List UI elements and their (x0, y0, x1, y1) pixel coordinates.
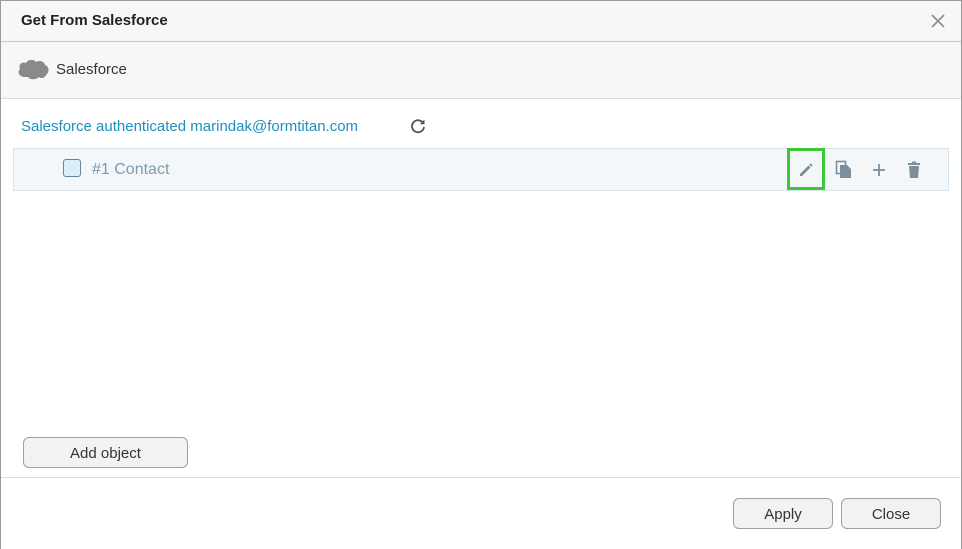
close-icon[interactable] (929, 12, 947, 30)
object-row[interactable]: #1 Contact (13, 148, 949, 191)
salesforce-logo-icon (16, 57, 50, 81)
object-label: #1 Contact (92, 161, 170, 178)
trash-icon[interactable] (898, 149, 930, 190)
plus-icon[interactable] (863, 149, 895, 190)
source-label: Salesforce (56, 61, 127, 78)
source-bar: Salesforce (1, 42, 961, 99)
get-from-salesforce-dialog: Get From Salesforce Salesforce Salesforc… (0, 0, 962, 549)
copy-icon[interactable] (828, 149, 860, 190)
close-button[interactable]: Close (841, 498, 941, 529)
refresh-icon[interactable] (409, 117, 427, 135)
apply-button[interactable]: Apply (733, 498, 833, 529)
add-object-button[interactable]: Add object (23, 437, 188, 468)
dialog-title: Get From Salesforce (21, 12, 168, 29)
dialog-titlebar: Get From Salesforce (1, 1, 961, 42)
edit-icon[interactable] (790, 149, 822, 190)
auth-status-link[interactable]: Salesforce authenticated marindak@formti… (21, 118, 358, 135)
object-checkbox[interactable] (63, 159, 81, 177)
dialog-footer: Apply Close (1, 477, 961, 549)
